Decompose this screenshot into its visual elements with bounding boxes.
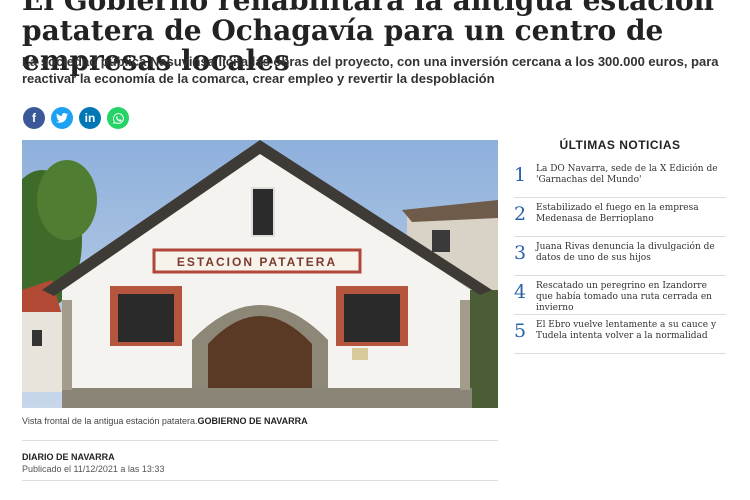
caption-text: Vista frontal de la antigua estación pat… (22, 416, 198, 426)
news-item[interactable]: 1 La DO Navarra, sede de la X Edición de… (514, 162, 726, 198)
news-link[interactable]: Juana Rivas denuncia la divulgación de d… (536, 242, 726, 264)
author-byline[interactable]: DIARIO DE NAVARRA (22, 452, 115, 462)
news-number: 4 (514, 281, 527, 303)
article-subtitle: La sociedad pública Nasuvinsa licita las… (22, 54, 719, 86)
publish-date: Publicado el 11/12/2021 a las 13:33 (22, 464, 165, 474)
twitter-icon (56, 113, 68, 123)
news-number: 3 (514, 242, 527, 264)
divider (22, 480, 498, 481)
news-item[interactable]: 4 Rescatado un peregrino en Izandorre qu… (514, 279, 726, 315)
facebook-share-button[interactable]: f (23, 107, 45, 129)
news-number: 5 (514, 320, 527, 342)
article-photo: ESTACION PATATERA (22, 140, 498, 408)
news-link[interactable]: Rescatado un peregrino en Izandorre que … (536, 281, 726, 314)
whatsapp-icon (112, 112, 124, 124)
news-number: 1 (514, 164, 527, 186)
caption-credit: GOBIERNO DE NAVARRA (197, 416, 308, 426)
divider (22, 440, 498, 441)
linkedin-share-button[interactable]: in (79, 107, 101, 129)
news-number: 2 (514, 203, 527, 225)
news-link[interactable]: El Ebro vuelve lentamente a su cauce y T… (536, 320, 726, 342)
whatsapp-share-button[interactable] (107, 107, 129, 129)
photo-caption: Vista frontal de la antigua estación pat… (22, 416, 502, 426)
linkedin-icon: in (84, 111, 96, 125)
share-bar: f in (23, 107, 129, 129)
station-building-image: ESTACION PATATERA (22, 140, 498, 408)
latest-news-sidebar: ÚLTIMAS NOTICIAS 1 La DO Navarra, sede d… (514, 138, 726, 357)
svg-text:ESTACION PATATERA: ESTACION PATATERA (177, 255, 337, 269)
news-link[interactable]: Estabilizado el fuego en la empresa Mede… (536, 203, 726, 225)
news-item[interactable]: 3 Juana Rivas denuncia la divulgación de… (514, 240, 726, 276)
news-link[interactable]: La DO Navarra, sede de la X Edición de '… (536, 164, 726, 186)
news-item[interactable]: 5 El Ebro vuelve lentamente a su cauce y… (514, 318, 726, 354)
latest-news-title: ÚLTIMAS NOTICIAS (559, 138, 681, 152)
news-item[interactable]: 2 Estabilizado el fuego en la empresa Me… (514, 201, 726, 237)
twitter-share-button[interactable] (51, 107, 73, 129)
facebook-icon: f (32, 111, 36, 125)
